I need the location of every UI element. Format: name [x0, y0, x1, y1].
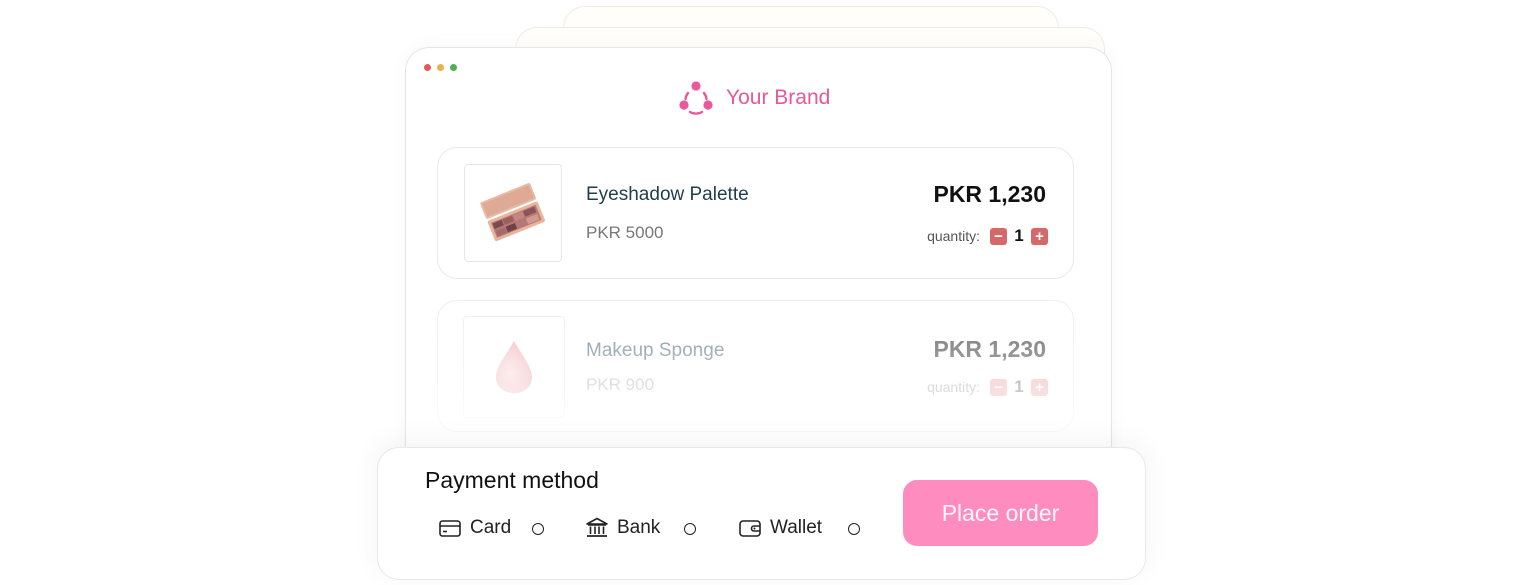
payment-option-label: Card: [470, 517, 512, 538]
payment-panel: Payment method Card Bank Wallet Place or…: [377, 447, 1146, 580]
cart-item: Makeup Sponge PKR 900 PKR 1,230 quantity…: [437, 300, 1074, 432]
makeup-sponge-image: [496, 341, 532, 393]
product-total-price: PKR 1,230: [933, 336, 1046, 362]
quantity-label: quantity:: [927, 379, 980, 395]
credit-card-icon: [439, 520, 461, 537]
payment-option-card[interactable]: Card: [438, 516, 511, 540]
bank-icon: [586, 517, 608, 537]
quantity-stepper: quantity: − 1 +: [927, 226, 1048, 246]
wallet-icon: [739, 520, 761, 537]
payment-option-bank[interactable]: Bank: [585, 516, 660, 540]
increment-button[interactable]: +: [1031, 227, 1048, 245]
radio-bank[interactable]: [684, 523, 696, 535]
place-order-button[interactable]: Place order: [903, 480, 1098, 546]
payment-title: Payment method: [425, 467, 599, 493]
checkout-window: Your Brand Eyeshadow Palette PKR 5000 PK…: [405, 47, 1112, 468]
brand-header: Your Brand: [678, 80, 830, 116]
radio-card[interactable]: [532, 523, 544, 535]
product-unit-price: PKR 5000: [586, 223, 664, 242]
decrement-button[interactable]: −: [990, 378, 1007, 396]
payment-option-label: Bank: [617, 517, 661, 538]
decrement-button[interactable]: −: [990, 227, 1007, 245]
quantity-value: 1: [1014, 226, 1024, 245]
brand-name: Your Brand: [726, 86, 831, 109]
payment-option-label: Wallet: [770, 517, 823, 538]
product-total-price: PKR 1,230: [933, 181, 1046, 207]
increment-button[interactable]: +: [1031, 378, 1048, 396]
cart-item: Eyeshadow Palette PKR 5000 PKR 1,230 qua…: [437, 147, 1074, 279]
product-thumbnail[interactable]: [463, 316, 565, 418]
product-unit-price: PKR 900: [586, 375, 655, 394]
quantity-label: quantity:: [927, 228, 980, 244]
window-maximize-dot[interactable]: [450, 64, 457, 71]
eyeshadow-palette-image: [480, 183, 545, 242]
window-minimize-dot[interactable]: [437, 64, 444, 71]
payment-option-wallet[interactable]: Wallet: [738, 516, 822, 540]
radio-wallet[interactable]: [848, 523, 860, 535]
product-thumbnail[interactable]: [464, 164, 562, 262]
quantity-stepper: quantity: − 1 +: [927, 377, 1048, 397]
product-name[interactable]: Makeup Sponge: [586, 340, 724, 362]
product-name[interactable]: Eyeshadow Palette: [586, 184, 749, 206]
window-close-dot[interactable]: [424, 64, 431, 71]
brand-logo-icon: [679, 81, 713, 115]
quantity-value: 1: [1014, 377, 1024, 396]
